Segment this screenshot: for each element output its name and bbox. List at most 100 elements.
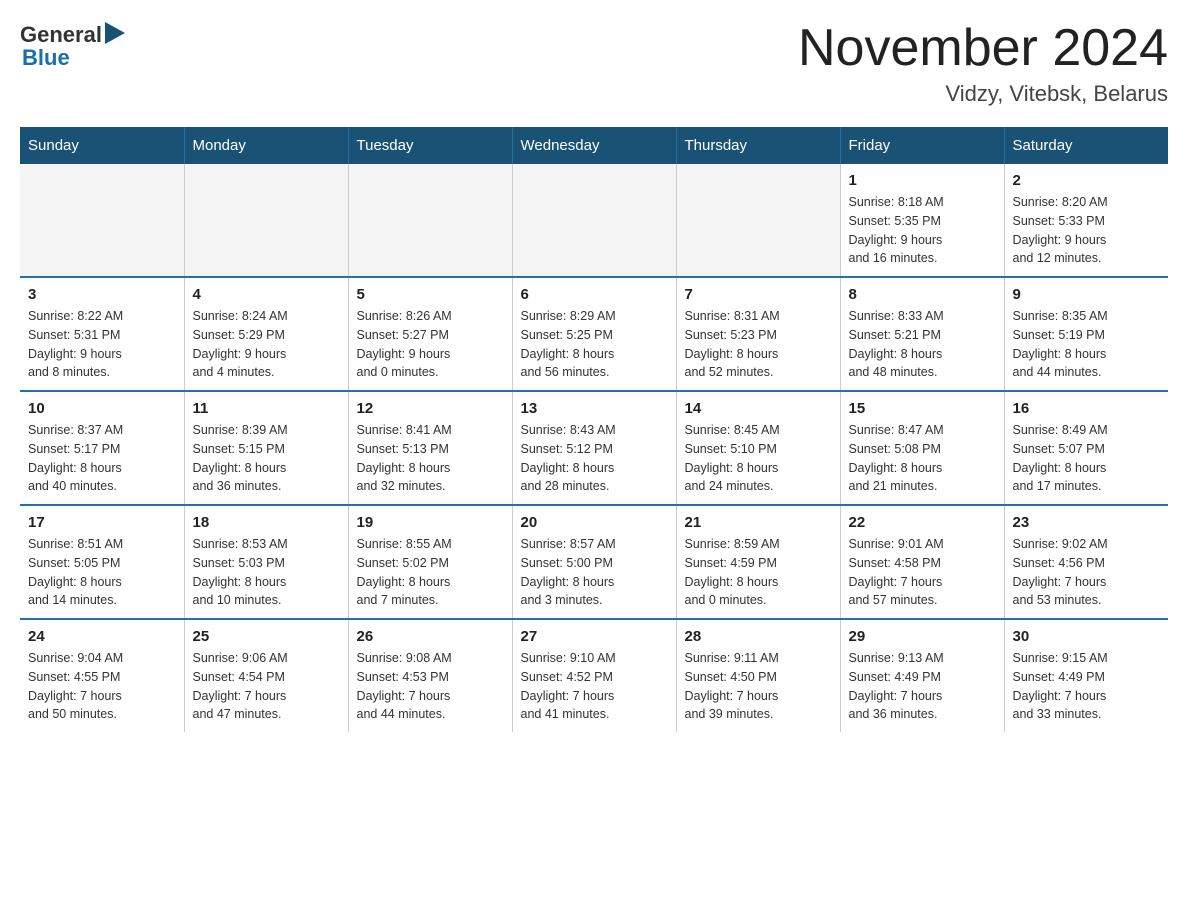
weekday-header-sunday: Sunday — [20, 127, 184, 164]
day-info: Sunrise: 8:18 AM Sunset: 5:35 PM Dayligh… — [849, 193, 996, 268]
day-number: 28 — [685, 628, 832, 645]
calendar-cell: 19 Sunrise: 8:55 AM Sunset: 5:02 PM Dayli… — [348, 505, 512, 619]
day-info: Sunrise: 9:04 AM Sunset: 4:55 PM Dayligh… — [28, 649, 176, 724]
calendar-cell: 25Sunrise: 9:06 AM Sunset: 4:54 PM Dayli… — [184, 619, 348, 732]
day-info: Sunrise: 8:35 AM Sunset: 5:19 PM Dayligh… — [1013, 307, 1161, 382]
day-number: 4 — [193, 286, 340, 303]
calendar-cell: 5Sunrise: 8:26 AM Sunset: 5:27 PM Daylig… — [348, 277, 512, 391]
day-number: 22 — [849, 514, 996, 531]
day-number: 6 — [521, 286, 668, 303]
calendar-cell: 4Sunrise: 8:24 AM Sunset: 5:29 PM Daylig… — [184, 277, 348, 391]
day-info: Sunrise: 8:45 AM Sunset: 5:10 PM Dayligh… — [685, 421, 832, 496]
calendar-cell: 10 Sunrise: 8:37 AM Sunset: 5:17 PM Dayli… — [20, 391, 184, 505]
day-info: Sunrise: 8:43 AM Sunset: 5:12 PM Dayligh… — [521, 421, 668, 496]
day-info: Sunrise: 9:01 AM Sunset: 4:58 PM Dayligh… — [849, 535, 996, 610]
calendar-cell: 24 Sunrise: 9:04 AM Sunset: 4:55 PM Dayli… — [20, 619, 184, 732]
logo-arrow-icon — [105, 22, 125, 44]
day-number: 27 — [521, 628, 668, 645]
logo-general-text: General — [20, 22, 102, 48]
day-number: 30 — [1013, 628, 1161, 645]
calendar-cell: 3 Sunrise: 8:22 AM Sunset: 5:31 PM Daylig… — [20, 277, 184, 391]
calendar-cell — [184, 164, 348, 277]
calendar-week-row: 1 Sunrise: 8:18 AM Sunset: 5:35 PM Daylig… — [20, 164, 1168, 277]
calendar-cell: 17Sunrise: 8:51 AM Sunset: 5:05 PM Dayli… — [20, 505, 184, 619]
calendar-cell: 8 Sunrise: 8:33 AM Sunset: 5:21 PM Daylig… — [840, 277, 1004, 391]
day-number: 24 — [28, 628, 176, 645]
calendar-cell: 16 Sunrise: 8:49 AM Sunset: 5:07 PM Dayli… — [1004, 391, 1168, 505]
month-title: November 2024 — [798, 20, 1168, 77]
day-info: Sunrise: 8:33 AM Sunset: 5:21 PM Dayligh… — [849, 307, 996, 382]
day-number: 8 — [849, 286, 996, 303]
calendar-cell: 21 Sunrise: 8:59 AM Sunset: 4:59 PM Dayli… — [676, 505, 840, 619]
calendar-cell: 9 Sunrise: 8:35 AM Sunset: 5:19 PM Daylig… — [1004, 277, 1168, 391]
day-number: 17 — [28, 514, 176, 531]
day-info: Sunrise: 8:31 AM Sunset: 5:23 PM Dayligh… — [685, 307, 832, 382]
location-subtitle: Vidzy, Vitebsk, Belarus — [798, 81, 1168, 107]
day-number: 2 — [1013, 172, 1161, 189]
weekday-header-monday: Monday — [184, 127, 348, 164]
day-number: 16 — [1013, 400, 1161, 417]
day-number: 21 — [685, 514, 832, 531]
day-info: Sunrise: 9:02 AM Sunset: 4:56 PM Dayligh… — [1013, 535, 1161, 610]
weekday-header-wednesday: Wednesday — [512, 127, 676, 164]
day-info: Sunrise: 8:55 AM Sunset: 5:02 PM Dayligh… — [357, 535, 504, 610]
calendar-week-row: 17Sunrise: 8:51 AM Sunset: 5:05 PM Dayli… — [20, 505, 1168, 619]
calendar-cell — [20, 164, 184, 277]
calendar-cell: 13Sunrise: 8:43 AM Sunset: 5:12 PM Dayli… — [512, 391, 676, 505]
weekday-header-saturday: Saturday — [1004, 127, 1168, 164]
day-info: Sunrise: 9:10 AM Sunset: 4:52 PM Dayligh… — [521, 649, 668, 724]
calendar-cell: 26 Sunrise: 9:08 AM Sunset: 4:53 PM Dayli… — [348, 619, 512, 732]
day-number: 11 — [193, 400, 340, 417]
day-number: 23 — [1013, 514, 1161, 531]
weekday-header-friday: Friday — [840, 127, 1004, 164]
calendar-cell — [512, 164, 676, 277]
calendar-cell: 23 Sunrise: 9:02 AM Sunset: 4:56 PM Dayli… — [1004, 505, 1168, 619]
day-info: Sunrise: 8:47 AM Sunset: 5:08 PM Dayligh… — [849, 421, 996, 496]
day-number: 12 — [357, 400, 504, 417]
day-info: Sunrise: 9:08 AM Sunset: 4:53 PM Dayligh… — [357, 649, 504, 724]
day-number: 9 — [1013, 286, 1161, 303]
logo[interactable]: General Blue — [20, 20, 125, 71]
day-number: 1 — [849, 172, 996, 189]
calendar-cell: 27 Sunrise: 9:10 AM Sunset: 4:52 PM Dayli… — [512, 619, 676, 732]
day-number: 3 — [28, 286, 176, 303]
calendar-week-row: 3 Sunrise: 8:22 AM Sunset: 5:31 PM Daylig… — [20, 277, 1168, 391]
calendar-cell: 18Sunrise: 8:53 AM Sunset: 5:03 PM Dayli… — [184, 505, 348, 619]
calendar-cell: 6 Sunrise: 8:29 AM Sunset: 5:25 PM Daylig… — [512, 277, 676, 391]
day-info: Sunrise: 8:57 AM Sunset: 5:00 PM Dayligh… — [521, 535, 668, 610]
calendar-cell: 29Sunrise: 9:13 AM Sunset: 4:49 PM Dayli… — [840, 619, 1004, 732]
calendar-cell: 22 Sunrise: 9:01 AM Sunset: 4:58 PM Dayli… — [840, 505, 1004, 619]
calendar-cell: 14 Sunrise: 8:45 AM Sunset: 5:10 PM Dayli… — [676, 391, 840, 505]
calendar-cell: 11Sunrise: 8:39 AM Sunset: 5:15 PM Dayli… — [184, 391, 348, 505]
day-info: Sunrise: 8:37 AM Sunset: 5:17 PM Dayligh… — [28, 421, 176, 496]
day-number: 18 — [193, 514, 340, 531]
day-info: Sunrise: 9:15 AM Sunset: 4:49 PM Dayligh… — [1013, 649, 1161, 724]
day-number: 25 — [193, 628, 340, 645]
calendar-cell: 30 Sunrise: 9:15 AM Sunset: 4:49 PM Dayli… — [1004, 619, 1168, 732]
weekday-header-tuesday: Tuesday — [348, 127, 512, 164]
calendar-cell: 2 Sunrise: 8:20 AM Sunset: 5:33 PM Daylig… — [1004, 164, 1168, 277]
calendar-cell — [676, 164, 840, 277]
day-info: Sunrise: 8:29 AM Sunset: 5:25 PM Dayligh… — [521, 307, 668, 382]
day-number: 14 — [685, 400, 832, 417]
day-number: 20 — [521, 514, 668, 531]
day-number: 10 — [28, 400, 176, 417]
day-info: Sunrise: 8:20 AM Sunset: 5:33 PM Dayligh… — [1013, 193, 1161, 268]
weekday-header-row: SundayMondayTuesdayWednesdayThursdayFrid… — [20, 127, 1168, 164]
calendar-cell: 28Sunrise: 9:11 AM Sunset: 4:50 PM Dayli… — [676, 619, 840, 732]
day-info: Sunrise: 8:22 AM Sunset: 5:31 PM Dayligh… — [28, 307, 176, 382]
calendar-week-row: 10 Sunrise: 8:37 AM Sunset: 5:17 PM Dayli… — [20, 391, 1168, 505]
day-info: Sunrise: 8:26 AM Sunset: 5:27 PM Dayligh… — [357, 307, 504, 382]
calendar-cell: 7 Sunrise: 8:31 AM Sunset: 5:23 PM Daylig… — [676, 277, 840, 391]
calendar-table: SundayMondayTuesdayWednesdayThursdayFrid… — [20, 127, 1168, 732]
day-info: Sunrise: 9:13 AM Sunset: 4:49 PM Dayligh… — [849, 649, 996, 724]
calendar-cell: 20 Sunrise: 8:57 AM Sunset: 5:00 PM Dayli… — [512, 505, 676, 619]
day-number: 19 — [357, 514, 504, 531]
day-number: 7 — [685, 286, 832, 303]
day-info: Sunrise: 8:59 AM Sunset: 4:59 PM Dayligh… — [685, 535, 832, 610]
day-number: 26 — [357, 628, 504, 645]
day-info: Sunrise: 8:49 AM Sunset: 5:07 PM Dayligh… — [1013, 421, 1161, 496]
weekday-header-thursday: Thursday — [676, 127, 840, 164]
title-area: November 2024 Vidzy, Vitebsk, Belarus — [798, 20, 1168, 107]
day-info: Sunrise: 8:41 AM Sunset: 5:13 PM Dayligh… — [357, 421, 504, 496]
